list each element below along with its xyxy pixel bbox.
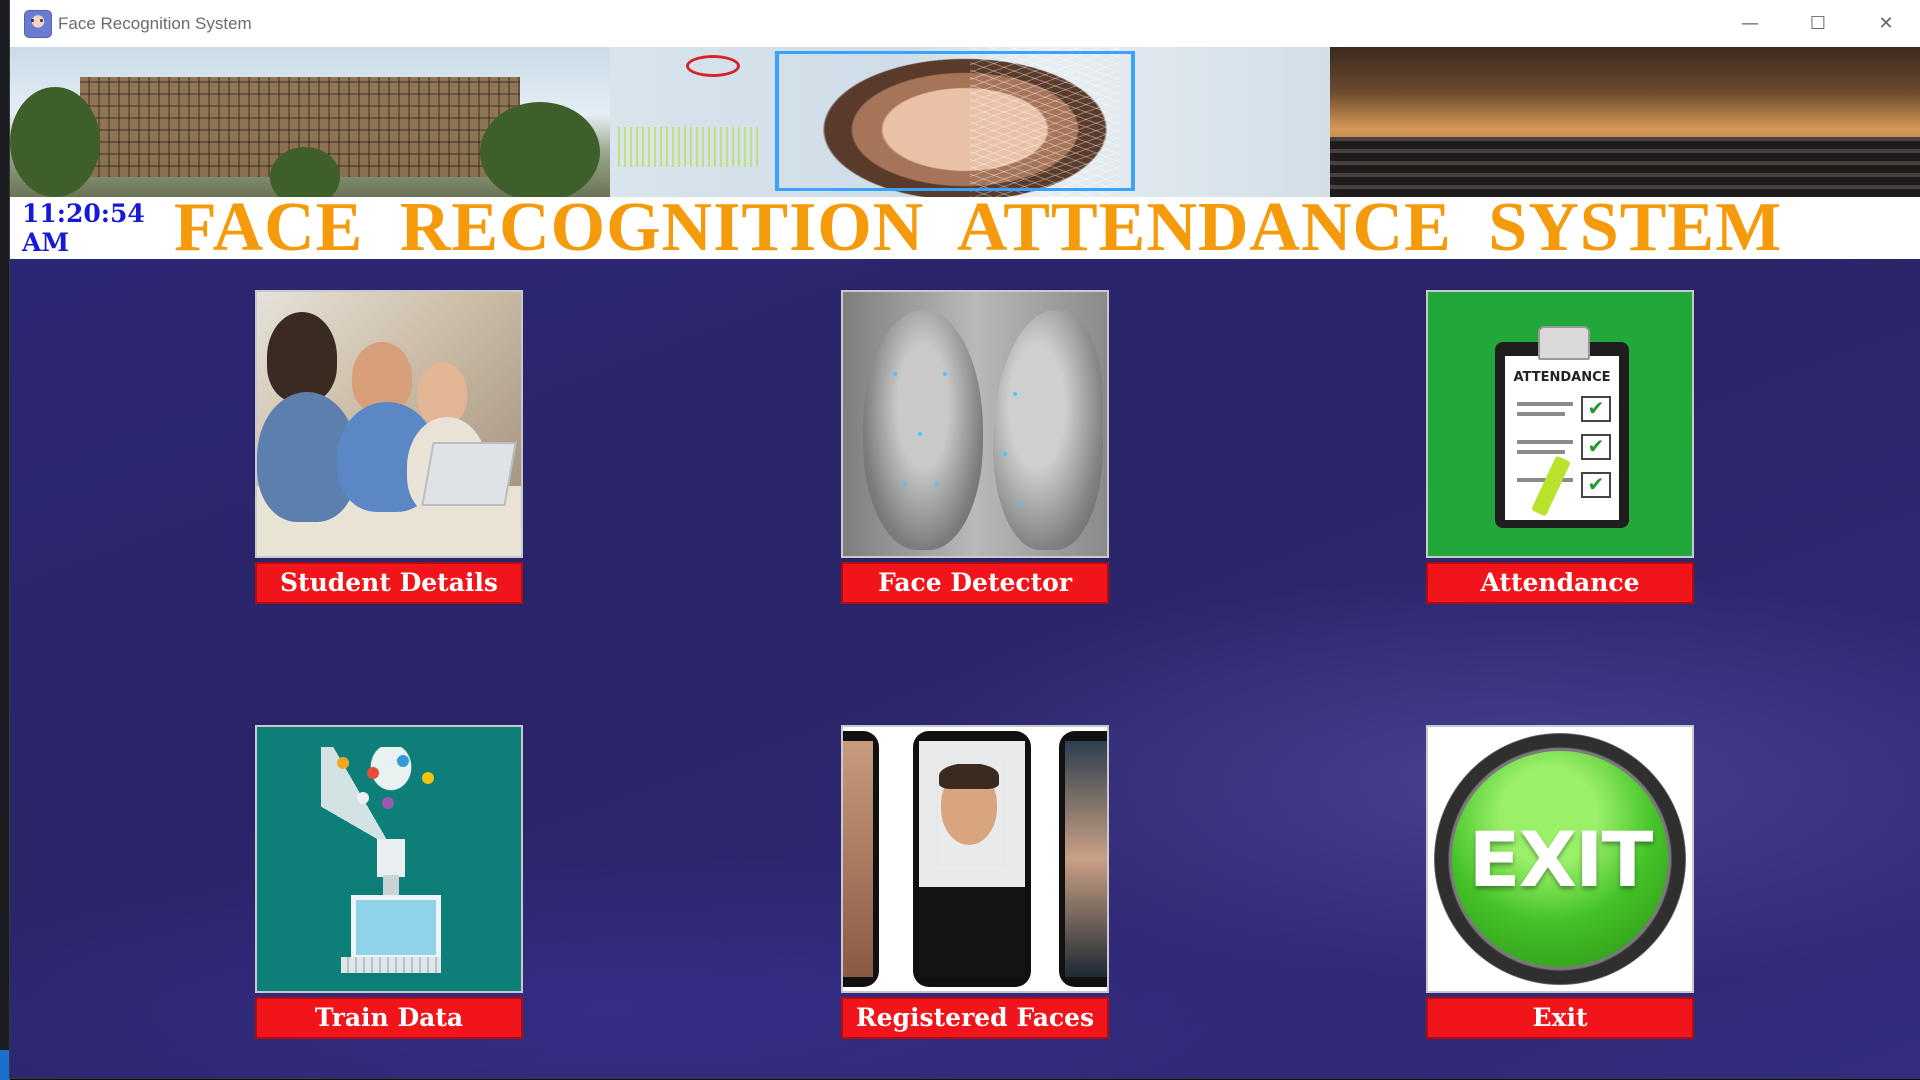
tile-exit: EXIT Exit	[1426, 725, 1694, 1039]
clipboard: ATTENDANCE ✔ ✔ ✔	[1495, 326, 1629, 528]
data-icon	[422, 772, 434, 784]
header-strip: 11:20:54 AM FACE RECOGNITION ATTENDANCE …	[10, 189, 1920, 266]
attendance-clipboard-image[interactable]: ATTENDANCE ✔ ✔ ✔	[1426, 290, 1694, 558]
data-icon	[337, 757, 349, 769]
title-bar: Face Recognition System — ☐ ✕	[10, 0, 1920, 47]
face-front-view	[863, 310, 983, 550]
data-icon	[357, 792, 369, 804]
tile-attendance: ATTENDANCE ✔ ✔ ✔ Attendance	[1426, 290, 1694, 604]
scan-frame	[775, 51, 1135, 191]
app-icon	[24, 9, 52, 38]
face-landmarks-image[interactable]	[841, 290, 1109, 558]
tree	[480, 102, 600, 197]
hall-seats	[1330, 137, 1920, 197]
shirt	[919, 887, 1025, 977]
check-icon: ✔	[1581, 472, 1611, 498]
student-head	[267, 312, 337, 402]
data-icon	[397, 755, 409, 767]
tile-registered-faces: Registered Faces	[841, 725, 1109, 1039]
phone	[913, 731, 1031, 987]
tile-student-details: Student Details	[255, 290, 523, 604]
main-menu: Student Details Face Detector ATTENDANCE…	[10, 259, 1920, 1078]
app-heading: FACE RECOGNITION ATTENDANCE SYSTEM	[174, 189, 1783, 266]
landmark-dot	[943, 372, 947, 376]
landmark-dot	[918, 432, 922, 436]
tree	[10, 87, 100, 197]
text-line	[1517, 440, 1573, 444]
student-head	[417, 362, 467, 424]
landmark-dot	[935, 482, 939, 486]
landmark-dot	[903, 482, 907, 486]
clock-display: 11:20:54 AM	[22, 199, 145, 257]
students-image[interactable]	[255, 290, 523, 558]
text-line	[1517, 412, 1565, 416]
exit-button[interactable]: Exit	[1426, 997, 1694, 1039]
exit-icon: EXIT	[1452, 751, 1668, 967]
face-detection-box	[937, 763, 1005, 865]
landmark-dot	[893, 372, 897, 376]
check-icon: ✔	[1581, 434, 1611, 460]
window-controls: — ☐ ✕	[1716, 0, 1920, 47]
hud-element	[686, 55, 740, 77]
phone	[843, 731, 879, 987]
face-detector-button[interactable]: Face Detector	[841, 562, 1109, 604]
phones-faces-image[interactable]	[841, 725, 1109, 993]
desktop-edge	[0, 0, 10, 1080]
exit-image-text: EXIT	[1468, 814, 1654, 904]
face-scan-image	[610, 47, 1330, 197]
waveform	[618, 127, 758, 167]
phone-screen	[1065, 741, 1107, 977]
close-button[interactable]: ✕	[1852, 0, 1920, 47]
clipboard-paper: ATTENDANCE ✔ ✔ ✔	[1505, 356, 1619, 520]
tile-train-data: Train Data	[255, 725, 523, 1039]
phone-screen	[843, 741, 873, 977]
monitor-icon	[351, 895, 441, 960]
app-window: Face Recognition System — ☐ ✕ 11:20:54 A…	[10, 0, 1920, 1078]
landmark-dot	[1013, 392, 1017, 396]
clip-icon	[1538, 326, 1590, 360]
face-side-view	[993, 310, 1103, 550]
registered-faces-button[interactable]: Registered Faces	[841, 997, 1109, 1039]
data-icon	[367, 767, 379, 779]
train-data-button[interactable]: Train Data	[255, 997, 523, 1039]
minimize-button[interactable]: —	[1716, 0, 1784, 47]
laptop	[421, 442, 517, 506]
maximize-button[interactable]: ☐	[1784, 0, 1852, 47]
attendance-button[interactable]: Attendance	[1426, 562, 1694, 604]
funnel-tip	[383, 875, 399, 897]
phone	[1059, 731, 1107, 987]
marker-icon	[1531, 455, 1571, 517]
funnel-neck	[377, 839, 405, 877]
phone-screen	[919, 741, 1025, 977]
data-funnel-computer-image[interactable]	[255, 725, 523, 993]
text-line	[1517, 402, 1573, 406]
text-line	[1517, 450, 1565, 454]
tile-face-detector: Face Detector	[841, 290, 1109, 604]
data-icon	[382, 797, 394, 809]
lecture-hall-image	[1330, 47, 1920, 197]
landmark-dot	[1003, 452, 1007, 456]
keyboard-icon	[341, 957, 441, 973]
taskbar-accent	[0, 1050, 10, 1080]
header-banner	[10, 47, 1920, 197]
window-title: Face Recognition System	[58, 13, 252, 33]
campus-building-image	[10, 47, 610, 197]
landmark-dot	[1018, 502, 1022, 506]
check-icon: ✔	[1581, 396, 1611, 422]
exit-button-image[interactable]: EXIT	[1426, 725, 1694, 993]
student-details-button[interactable]: Student Details	[255, 562, 523, 604]
attendance-image-text: ATTENDANCE	[1513, 370, 1611, 385]
